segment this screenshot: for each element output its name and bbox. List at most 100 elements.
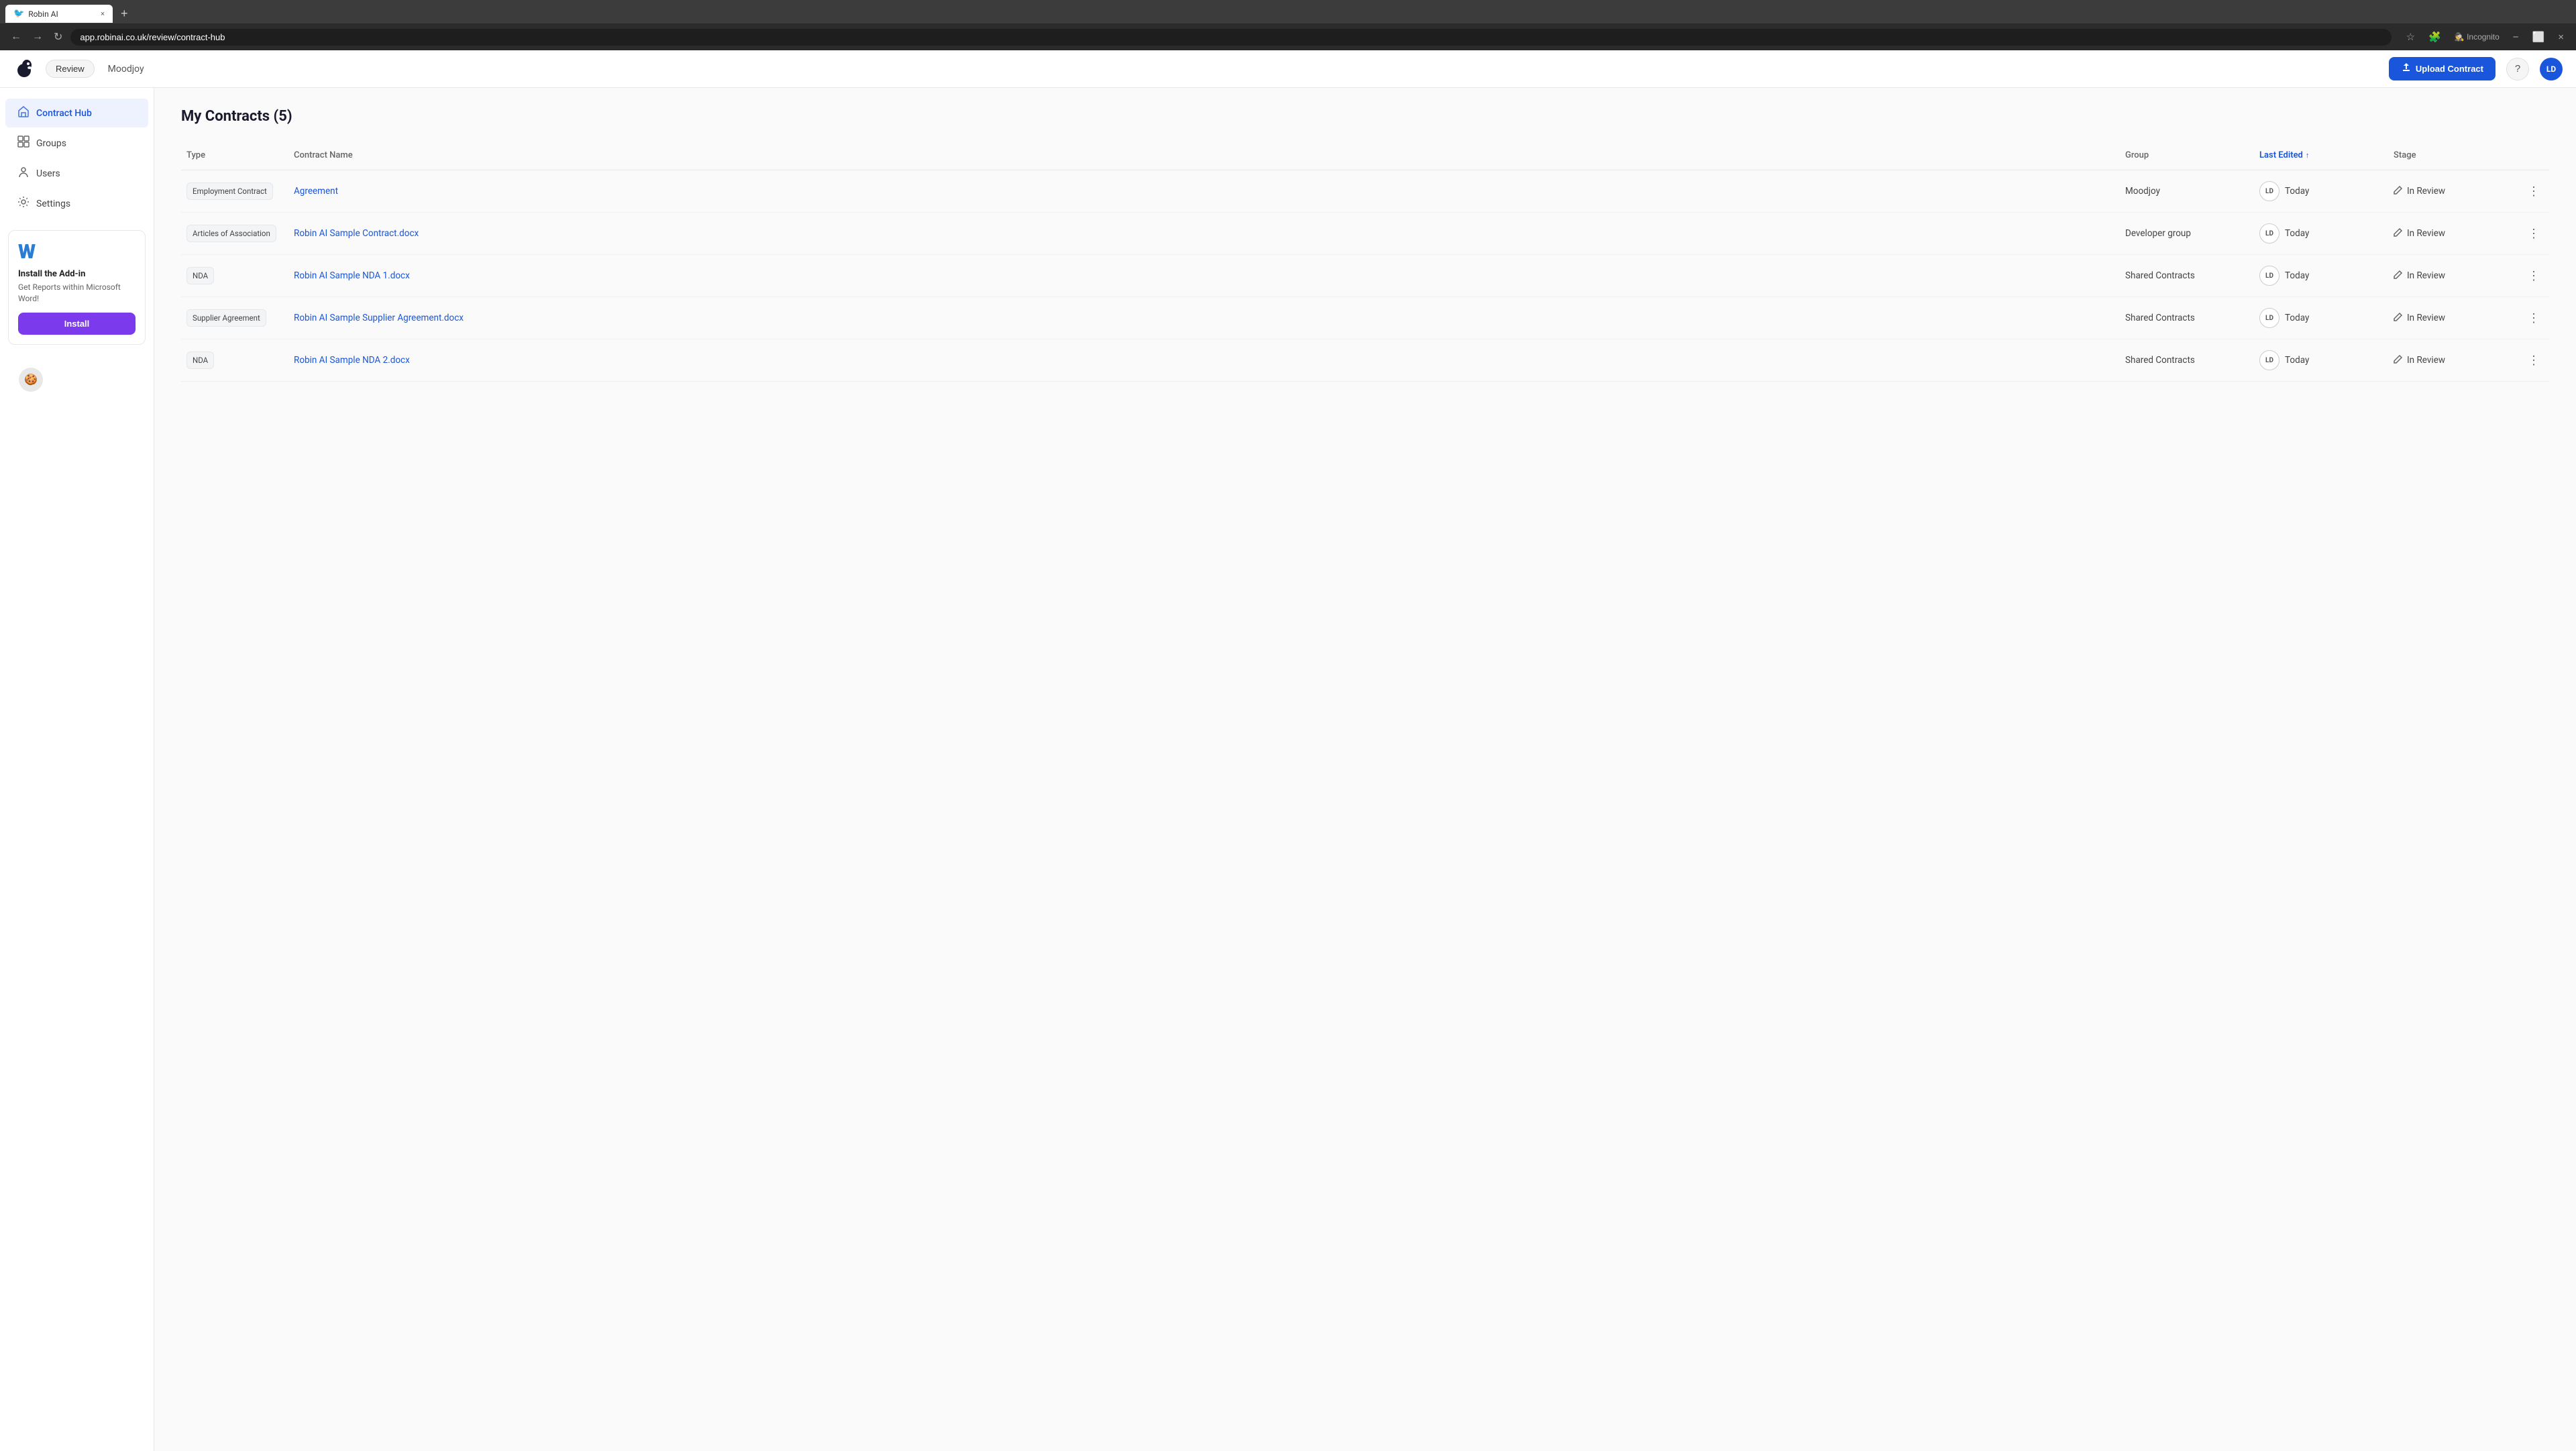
stage-edit-icon: [2394, 312, 2403, 324]
stage-label: In Review: [2407, 313, 2445, 323]
row-menu-cell: ⋮: [2522, 262, 2549, 290]
row-last-edited-cell: LD Today: [2254, 219, 2388, 248]
row-stage-cell: In Review: [2388, 181, 2522, 201]
address-bar-input[interactable]: [70, 29, 2391, 46]
row-group-cell: Shared Contracts: [2120, 266, 2254, 285]
last-edited-date: Today: [2285, 186, 2309, 197]
row-stage-cell: In Review: [2388, 266, 2522, 286]
minimize-button[interactable]: −: [2509, 29, 2523, 46]
incognito-label: 🕵 Incognito: [2451, 30, 2504, 44]
bookmark-button[interactable]: ☆: [2402, 28, 2419, 46]
app-logo: [13, 57, 35, 81]
company-name: Moodjoy: [108, 64, 144, 74]
sidebar-item-users[interactable]: Users: [5, 159, 148, 188]
contract-type-badge: NDA: [186, 267, 214, 285]
stage-label: In Review: [2407, 355, 2445, 366]
row-menu-cell: ⋮: [2522, 220, 2549, 248]
tab-favicon: 🐦: [13, 9, 24, 19]
sidebar-item-groups[interactable]: Groups: [5, 129, 148, 158]
last-edited-date: Today: [2285, 270, 2309, 281]
browser-action-buttons: ☆ 🧩 🕵 Incognito − ⬜ ×: [2402, 28, 2568, 46]
row-stage-cell: In Review: [2388, 350, 2522, 370]
stage-edit-icon: [2394, 270, 2403, 282]
browser-tab-bar: 🐦 Robin AI × +: [0, 0, 2576, 23]
refresh-button[interactable]: ↻: [51, 28, 65, 46]
contract-name-link[interactable]: Robin AI Sample Supplier Agreement.docx: [294, 313, 464, 323]
stage-edit-icon: [2394, 227, 2403, 239]
last-edited-date: Today: [2285, 355, 2309, 366]
table-row: Employment Contract Agreement Moodjoy LD…: [181, 170, 2549, 213]
row-type-cell: Articles of Association: [181, 221, 288, 247]
row-menu-button[interactable]: ⋮: [2525, 224, 2542, 244]
window-close-button[interactable]: ×: [2554, 29, 2568, 46]
row-menu-cell: ⋮: [2522, 178, 2549, 205]
browser-chrome: 🐦 Robin AI × + ← → ↻ ☆ 🧩 🕵 Incognito − ⬜…: [0, 0, 2576, 50]
upload-contract-button[interactable]: Upload Contract: [2389, 57, 2496, 80]
page-title: My Contracts (5): [181, 108, 2549, 125]
review-button[interactable]: Review: [46, 60, 95, 78]
row-name-cell: Robin AI Sample NDA 1.docx: [288, 266, 2120, 285]
table-row: NDA Robin AI Sample NDA 1.docx Shared Co…: [181, 255, 2549, 297]
cookie-icon: 🍪: [24, 373, 38, 386]
col-actions: [2522, 146, 2549, 164]
row-name-cell: Agreement: [288, 182, 2120, 201]
sidebar-item-label-contract-hub: Contract Hub: [36, 108, 92, 119]
back-button[interactable]: ←: [8, 28, 24, 46]
col-stage: Stage: [2388, 146, 2522, 164]
stage-label: In Review: [2407, 228, 2445, 239]
row-menu-button[interactable]: ⋮: [2525, 182, 2542, 201]
contract-name-link[interactable]: Robin AI Sample Contract.docx: [294, 228, 419, 239]
tab-close-btn[interactable]: ×: [101, 9, 105, 18]
user-avatar[interactable]: LD: [2540, 58, 2563, 80]
contract-name-link[interactable]: Robin AI Sample NDA 2.docx: [294, 355, 410, 366]
col-last-edited[interactable]: Last Edited ↑: [2254, 146, 2388, 164]
row-stage-cell: In Review: [2388, 223, 2522, 244]
row-type-cell: NDA: [181, 347, 288, 374]
row-name-cell: Robin AI Sample Contract.docx: [288, 224, 2120, 243]
cookie-settings-button[interactable]: 🍪: [19, 368, 43, 392]
contract-type-badge: Articles of Association: [186, 225, 276, 243]
word-addon-promo: W Install the Add-in Get Reports within …: [8, 230, 146, 345]
upload-contract-label: Upload Contract: [2416, 64, 2483, 74]
row-menu-button[interactable]: ⋮: [2525, 351, 2542, 370]
table-header: Type Contract Name Group Last Edited ↑ S…: [181, 141, 2549, 170]
help-button[interactable]: ?: [2506, 58, 2529, 80]
contract-type-badge: Supplier Agreement: [186, 309, 266, 327]
app-header: Review Moodjoy Upload Contract ? LD: [0, 50, 2576, 88]
home-icon: [17, 105, 30, 121]
stage-label: In Review: [2407, 186, 2445, 197]
sidebar-item-settings[interactable]: Settings: [5, 189, 148, 218]
sidebar-item-label-settings: Settings: [36, 199, 70, 209]
row-type-cell: Employment Contract: [181, 178, 288, 205]
table-row: Articles of Association Robin AI Sample …: [181, 213, 2549, 255]
row-name-cell: Robin AI Sample Supplier Agreement.docx: [288, 309, 2120, 327]
forward-button[interactable]: →: [30, 28, 46, 46]
row-type-cell: NDA: [181, 263, 288, 289]
editor-avatar: LD: [2259, 266, 2279, 286]
main-content: My Contracts (5) Type Contract Name Grou…: [154, 88, 2576, 1451]
row-last-edited-cell: LD Today: [2254, 177, 2388, 205]
contract-name-link[interactable]: Robin AI Sample NDA 1.docx: [294, 270, 410, 281]
stage-edit-icon: [2394, 185, 2403, 197]
app-body: Contract Hub Groups Users Settings: [0, 88, 2576, 1451]
row-menu-button[interactable]: ⋮: [2525, 266, 2542, 286]
new-tab-button[interactable]: +: [115, 4, 133, 23]
sidebar-item-label-groups: Groups: [36, 138, 66, 149]
groups-icon: [17, 136, 30, 151]
row-name-cell: Robin AI Sample NDA 2.docx: [288, 351, 2120, 370]
contracts-table: Employment Contract Agreement Moodjoy LD…: [181, 170, 2549, 382]
browser-tab-active[interactable]: 🐦 Robin AI ×: [5, 5, 113, 23]
contract-type-badge: NDA: [186, 352, 214, 370]
contract-name-link[interactable]: Agreement: [294, 186, 338, 197]
addon-description: Get Reports within Microsoft Word!: [18, 282, 136, 305]
app: Review Moodjoy Upload Contract ? LD Cont…: [0, 50, 2576, 1451]
row-last-edited-cell: LD Today: [2254, 304, 2388, 332]
maximize-button[interactable]: ⬜: [2528, 28, 2549, 46]
extensions-button[interactable]: 🧩: [2424, 28, 2445, 46]
row-menu-button[interactable]: ⋮: [2525, 309, 2542, 328]
sidebar-item-contract-hub[interactable]: Contract Hub: [5, 99, 148, 127]
row-stage-cell: In Review: [2388, 308, 2522, 328]
sidebar-item-label-users: Users: [36, 168, 60, 179]
browser-address-bar: ← → ↻ ☆ 🧩 🕵 Incognito − ⬜ ×: [0, 23, 2576, 50]
addon-install-button[interactable]: Install: [18, 313, 136, 335]
